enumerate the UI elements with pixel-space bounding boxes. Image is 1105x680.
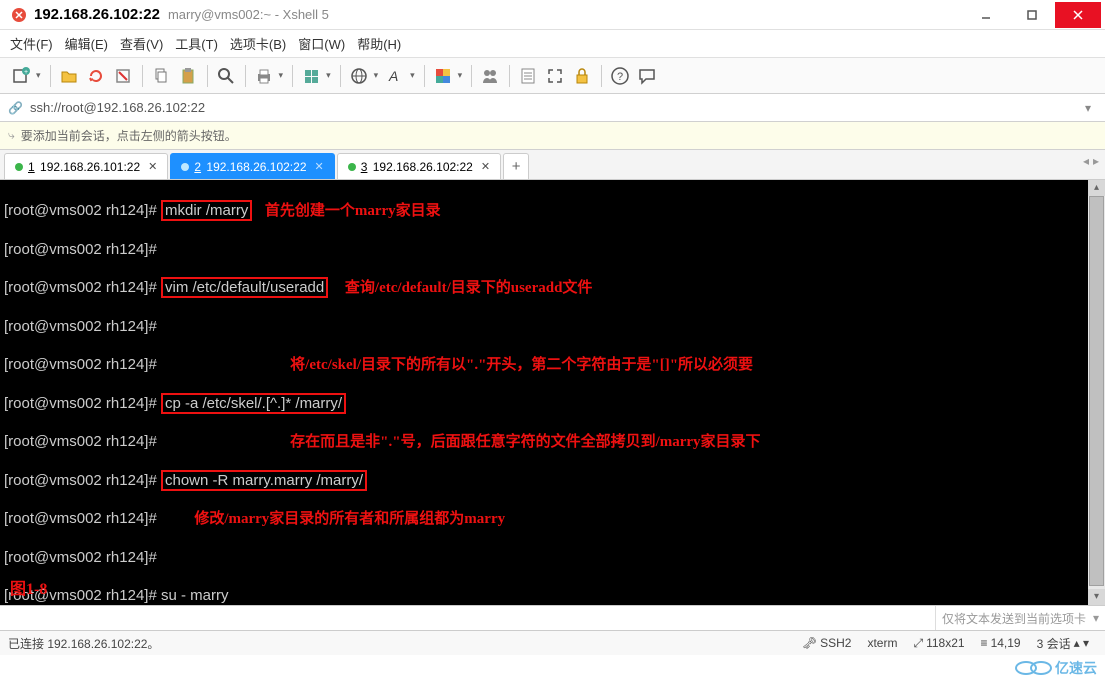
fullscreen-button[interactable] — [542, 63, 568, 89]
add-tab-button[interactable]: + — [503, 153, 529, 179]
close-tab-icon[interactable]: ✕ — [315, 160, 324, 173]
help-button[interactable]: ? — [607, 63, 633, 89]
status-dot — [15, 163, 23, 171]
dropdown-icon[interactable]: ▾ — [36, 70, 41, 81]
link-icon: 🔗 — [8, 101, 24, 115]
color-button[interactable] — [430, 63, 456, 89]
dropdown-icon: ▾ — [1093, 611, 1099, 625]
send-bar: 仅将文本发送到当前选项卡▾ — [0, 605, 1105, 631]
menu-view[interactable]: 查看(V) — [120, 34, 163, 53]
chat-button[interactable] — [634, 63, 660, 89]
menu-tabs[interactable]: 选项卡(B) — [230, 34, 286, 53]
dropdown-icon[interactable]: ▾ — [410, 70, 415, 81]
menu-window[interactable]: 窗口(W) — [298, 34, 345, 53]
menu-file[interactable]: 文件(F) — [10, 34, 53, 53]
font-button[interactable]: A — [382, 63, 408, 89]
status-ssh: 🗝 SSH2 — [802, 636, 852, 650]
scroll-down-button[interactable]: ▾ — [1088, 589, 1105, 605]
status-dot — [181, 163, 189, 171]
menu-edit[interactable]: 编辑(E) — [65, 34, 108, 53]
info-bar: ⤷ 要添加当前会话，点击左侧的箭头按钮。 — [0, 122, 1105, 150]
disconnect-button[interactable] — [110, 63, 136, 89]
dropdown-icon[interactable]: ▾ — [279, 70, 284, 81]
status-term: xterm — [867, 636, 897, 650]
app-icon — [10, 6, 28, 24]
menu-tools[interactable]: 工具(T) — [175, 34, 218, 53]
terminal[interactable]: [root@vms002 rh124]# mkdir /marry 首先创建一个… — [0, 180, 1105, 605]
lock-button[interactable] — [569, 63, 595, 89]
send-target-combo[interactable]: 仅将文本发送到当前选项卡▾ — [935, 606, 1105, 630]
scrollbar[interactable]: ▴ ▾ — [1088, 180, 1105, 605]
new-session-button[interactable]: + — [8, 63, 34, 89]
svg-text:A: A — [388, 68, 398, 84]
close-tab-icon[interactable]: ✕ — [148, 160, 157, 173]
paste-button[interactable] — [175, 63, 201, 89]
menu-help[interactable]: 帮助(H) — [357, 34, 401, 53]
maximize-button[interactable] — [1009, 2, 1055, 28]
tabbar: 1 192.168.26.101:22 ✕ 2 192.168.26.102:2… — [0, 150, 1105, 180]
address-bar[interactable]: 🔗 ssh://root@192.168.26.102:22 ▾ — [0, 94, 1105, 122]
scroll-up-button[interactable]: ▴ — [1088, 180, 1105, 196]
print-button[interactable] — [251, 63, 277, 89]
scroll-thumb[interactable] — [1089, 196, 1104, 586]
titlebar: 192.168.26.102:22 marry@vms002:~ - Xshel… — [0, 0, 1105, 30]
status-dot — [348, 163, 356, 171]
find-button[interactable] — [213, 63, 239, 89]
close-tab-icon[interactable]: ✕ — [481, 160, 490, 173]
toolbar: + ▾ ▾ ▾ ▾ A ▾ ▾ ? — [0, 58, 1105, 94]
status-bar: 已连接 192.168.26.102:22。 🗝 SSH2 xterm ⤢ 11… — [0, 631, 1105, 655]
status-sessions: 3 会话 ▴ ▾ — [1037, 635, 1089, 652]
minimize-button[interactable] — [963, 2, 1009, 28]
send-input[interactable] — [0, 606, 935, 630]
tab-nav-arrows[interactable]: ◂▸ — [1083, 154, 1099, 168]
info-text: 要添加当前会话，点击左侧的箭头按钮。 — [21, 127, 237, 144]
close-button[interactable] — [1055, 2, 1101, 28]
session-tab-3[interactable]: 3 192.168.26.102:22 ✕ — [337, 153, 501, 179]
arrow-icon[interactable]: ⤷ — [8, 128, 15, 143]
session-tab-2[interactable]: 2 192.168.26.102:22 ✕ — [170, 153, 334, 179]
status-conn: 已连接 192.168.26.102:22。 — [8, 635, 159, 652]
svg-text:+: + — [24, 69, 28, 76]
copy-button[interactable] — [148, 63, 174, 89]
dropdown-icon[interactable]: ▾ — [458, 70, 463, 81]
address-text: ssh://root@192.168.26.102:22 — [30, 100, 205, 115]
window-title-sub: marry@vms002:~ - Xshell 5 — [168, 7, 329, 22]
dropdown-icon[interactable]: ▾ — [1079, 101, 1097, 115]
properties-button[interactable] — [298, 63, 324, 89]
menubar: 文件(F) 编辑(E) 查看(V) 工具(T) 选项卡(B) 窗口(W) 帮助(… — [0, 30, 1105, 58]
globe-button[interactable] — [346, 63, 372, 89]
status-size: ⤢ 118x21 — [913, 636, 964, 651]
dropdown-icon[interactable]: ▾ — [326, 70, 331, 81]
script-button[interactable] — [515, 63, 541, 89]
dropdown-icon[interactable]: ▾ — [374, 70, 379, 81]
window-title-main: 192.168.26.102:22 — [34, 6, 160, 23]
session-tab-1[interactable]: 1 192.168.26.101:22 ✕ — [4, 153, 168, 179]
users-button[interactable] — [477, 63, 503, 89]
open-button[interactable] — [56, 63, 82, 89]
figure-label: 图1-8 — [10, 580, 47, 599]
status-cursor: ≡ 14,19 — [981, 636, 1021, 650]
reconnect-button[interactable] — [83, 63, 109, 89]
svg-text:?: ? — [617, 71, 623, 83]
watermark-logo: 亿速云 — [1015, 658, 1097, 678]
